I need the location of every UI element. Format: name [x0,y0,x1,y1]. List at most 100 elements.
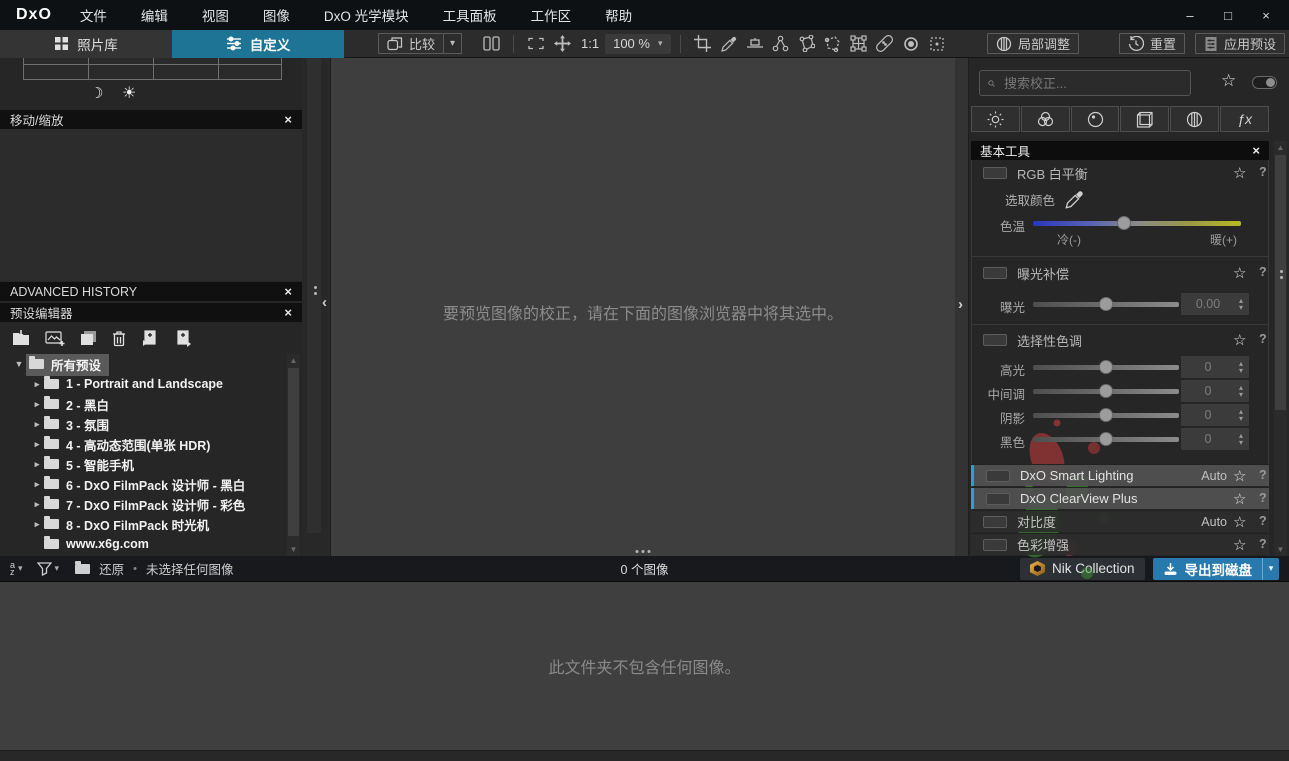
fit-screen-button[interactable] [523,32,549,56]
smart-lighting-row[interactable]: DxO Smart Lighting Auto ☆ ? [971,464,1269,486]
midtones-value-box[interactable]: 0 ▴ ▾ [1181,380,1249,402]
tree-scrollbar[interactable]: ▲ ▼ [287,354,300,556]
help-icon[interactable]: ? [1259,468,1267,482]
search-input[interactable] [1002,74,1182,92]
view-options-tool-button[interactable] [924,32,950,56]
tree-collapse-icon[interactable]: ▸ [30,499,44,510]
menu-optics-modules[interactable]: DxO 光学模块 [324,5,409,25]
tab-photo-library[interactable]: 照片库 [0,29,172,58]
tab-geometry[interactable] [1120,106,1170,132]
scrollbar-thumb[interactable] [1275,155,1286,410]
splitter-handle[interactable] [314,286,317,295]
right-edge-handle[interactable] [1280,270,1283,279]
close-icon[interactable]: × [284,284,292,299]
tree-row[interactable]: www.x6g.com [0,534,302,554]
scroll-up-icon[interactable]: ▲ [287,356,300,365]
zoom-level-select[interactable]: 100 % ▾ [605,33,671,54]
color-rendering-checkbox[interactable] [983,538,1007,551]
favorite-star-icon[interactable]: ☆ [1233,164,1246,182]
exposure-value-box[interactable]: 0.00 ▴ ▾ [1181,293,1249,315]
favorite-star-icon[interactable]: ☆ [1233,264,1246,282]
close-icon[interactable]: × [284,112,292,127]
compare-dropdown[interactable]: ▾ [444,33,463,54]
collapse-left-panel-icon[interactable]: ‹ [322,294,327,311]
menu-edit[interactable]: 编辑 [141,5,168,25]
highlights-value-box[interactable]: 0 ▴ ▾ [1181,356,1249,378]
export-options-dropdown[interactable]: ▾ [1262,557,1279,580]
clearview-plus-row[interactable]: DxO ClearView Plus ☆ ? [971,487,1269,509]
menu-help[interactable]: 帮助 [605,5,632,25]
shadows-value-box[interactable]: 0 ▴ ▾ [1181,404,1249,426]
tree-collapse-icon[interactable]: ▸ [30,399,44,410]
temperature-slider-track[interactable] [1033,216,1241,230]
tree-collapse-icon[interactable]: ▸ [30,439,44,450]
help-icon[interactable]: ? [1259,165,1267,179]
menu-view[interactable]: 视图 [202,5,229,25]
tree-row[interactable]: ▸ 3 - 氛围 [0,414,302,434]
tree-row[interactable]: ▸ 4 - 高动态范围(单张 HDR) [0,434,302,454]
help-icon[interactable]: ? [1259,514,1267,528]
active-corrections-toggle[interactable] [1252,76,1277,89]
compare-button[interactable]: 比较 [378,33,445,54]
close-icon[interactable]: × [284,305,292,320]
white-balance-checkbox[interactable] [983,167,1007,179]
reset-button[interactable]: 重置 [1118,33,1185,54]
filter-button[interactable]: ▾ [36,561,59,576]
left-panel-splitter[interactable]: ‹ [302,58,330,556]
contrast-row[interactable]: 对比度 Auto ☆ ? [971,510,1269,532]
smart-lighting-checkbox[interactable] [986,469,1010,482]
tree-collapse-icon[interactable]: ▸ [30,459,44,470]
midtones-slider-track[interactable] [1033,384,1179,398]
tab-local-adjustments[interactable] [1170,106,1220,132]
blacks-slider-track[interactable] [1033,432,1179,446]
red-eye-tool-button[interactable] [898,32,924,56]
minimize-button[interactable]: – [1183,8,1197,23]
tree-collapse-icon[interactable]: ▸ [30,379,44,390]
tree-row[interactable]: ▸ 7 - DxO FilmPack 设计师 - 彩色 [0,494,302,514]
tab-detail[interactable] [1070,106,1120,132]
favorites-filter-icon[interactable]: ☆ [1221,71,1236,91]
create-preset-icon[interactable] [45,330,65,346]
crop-tool-button[interactable] [690,32,716,56]
tree-row[interactable]: ▸ 5 - 智能手机 [0,454,302,474]
tree-root-row[interactable]: ▼ 所有预设 [0,354,302,376]
filmstrip-splitter-handle[interactable] [635,550,651,553]
export-sidecar-icon[interactable] [174,329,192,347]
menu-tool-panels[interactable]: 工具面板 [443,5,497,25]
highlight-clipping-icon[interactable]: ☀ [122,83,136,103]
favorite-star-icon[interactable]: ☆ [1233,331,1246,349]
tree-row[interactable]: ▸ 6 - DxO FilmPack 设计师 - 黑白 [0,474,302,494]
favorite-star-icon[interactable]: ☆ [1233,490,1246,508]
split-view-button[interactable] [478,32,504,56]
selective-tone-checkbox[interactable] [983,334,1007,346]
right-panel-splitter[interactable]: › [955,58,968,556]
tab-effects[interactable]: ƒx [1220,106,1269,132]
import-sidecar-icon[interactable] [141,329,159,347]
restore-label[interactable]: 还原 [99,559,124,578]
favorite-star-icon[interactable]: ☆ [1233,467,1246,485]
tree-collapse-icon[interactable]: ▸ [30,479,44,490]
tree-collapse-icon[interactable]: ▸ [30,519,44,530]
highlights-slider-track[interactable] [1033,360,1179,374]
exposure-checkbox[interactable] [983,267,1007,279]
contrast-checkbox[interactable] [983,515,1007,528]
scroll-down-icon[interactable]: ▼ [1274,545,1287,554]
tab-customize[interactable]: 自定义 [172,29,344,58]
repair-tool-button[interactable] [872,32,898,56]
control-point-tool-button[interactable] [768,32,794,56]
delete-preset-icon[interactable] [112,330,126,347]
pan-button[interactable] [549,32,575,56]
scroll-up-icon[interactable]: ▲ [1274,143,1287,152]
stepper-icon[interactable]: ▴ ▾ [1235,297,1249,312]
favorite-star-icon[interactable]: ☆ [1233,536,1246,554]
scroll-down-icon[interactable]: ▼ [287,545,300,554]
import-preset-icon[interactable] [12,330,30,346]
help-icon[interactable]: ? [1259,332,1267,346]
color-rendering-row[interactable]: 色彩增强 ☆ ? [971,533,1269,555]
horizon-tool-button[interactable] [742,32,768,56]
apply-preset-button[interactable]: 应用预设 [1194,33,1285,54]
stepper-icon[interactable]: ▴ ▾ [1235,408,1249,423]
zoom-1to1-button[interactable]: 1:1 [575,36,605,51]
midtones-slider-handle[interactable] [1099,384,1113,398]
stepper-icon[interactable]: ▴ ▾ [1235,432,1249,447]
